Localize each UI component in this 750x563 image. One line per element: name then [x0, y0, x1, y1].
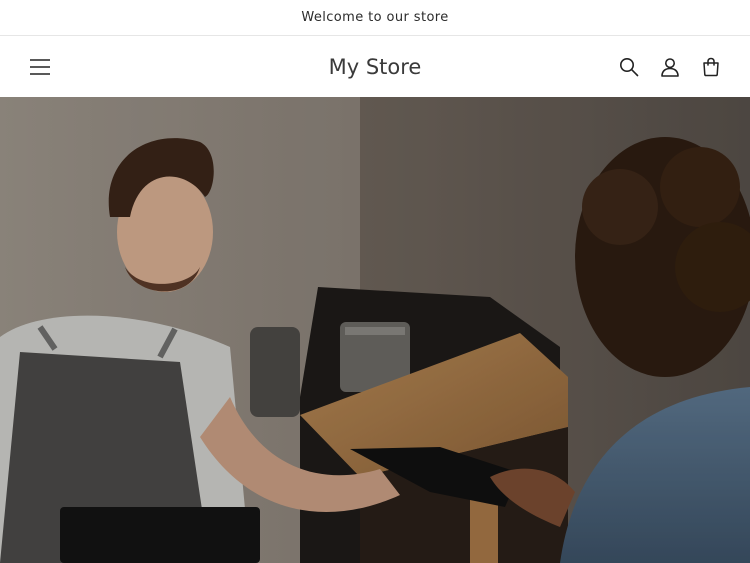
announcement-text: Welcome to our store — [301, 10, 449, 25]
account-icon[interactable] — [659, 56, 681, 78]
hero-banner — [0, 97, 750, 563]
menu-icon[interactable] — [28, 55, 52, 79]
cart-icon[interactable] — [700, 56, 722, 78]
announcement-bar: Welcome to our store — [0, 0, 750, 36]
search-icon[interactable] — [618, 56, 640, 78]
header-icons — [618, 56, 722, 78]
hero-image — [0, 97, 750, 563]
store-name-link[interactable]: My Store — [329, 55, 422, 79]
site-header: My Store — [0, 36, 750, 97]
